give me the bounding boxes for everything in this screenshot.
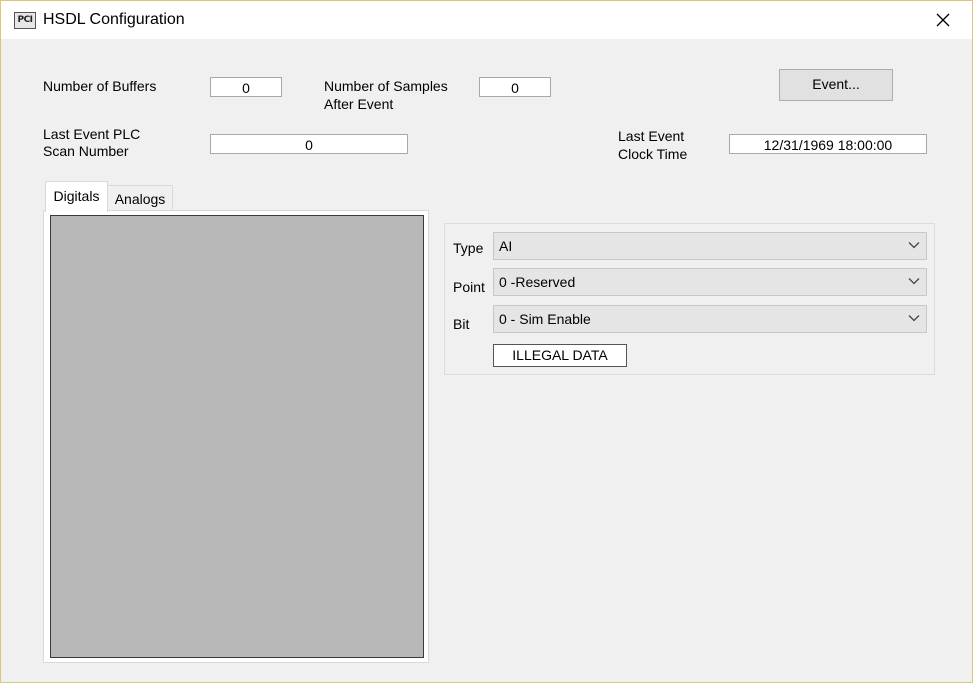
num-samples-label-line2: After Event [324, 96, 394, 112]
point-label: Point [453, 279, 485, 295]
event-button[interactable]: Event... [779, 69, 893, 101]
type-dropdown[interactable]: AI [493, 232, 927, 260]
tab-digitals[interactable]: Digitals [45, 181, 108, 212]
point-dropdown[interactable]: 0 -Reserved [493, 268, 927, 296]
bit-label: Bit [453, 316, 470, 332]
num-samples-field[interactable]: 0 [479, 77, 551, 97]
chevron-down-icon [908, 242, 920, 249]
digitals-tab-panel [43, 210, 429, 663]
digitals-display-area [50, 215, 424, 658]
chevron-down-icon [908, 278, 920, 285]
last-scan-field[interactable]: 0 [210, 134, 408, 154]
num-buffers-label: Number of Buffers [43, 78, 157, 94]
pci-app-icon: PCI [14, 12, 36, 29]
last-scan-label-line1: Last Event PLC [43, 126, 141, 142]
num-samples-label-line1: Number of Samples [324, 78, 448, 94]
bit-dropdown[interactable]: 0 - Sim Enable [493, 305, 927, 333]
close-icon [936, 13, 950, 27]
bit-dropdown-value: 0 - Sim Enable [499, 311, 591, 327]
type-dropdown-value: AI [499, 238, 513, 254]
hsdl-configuration-window: PCI HSDL Configuration Number of Buffers… [0, 0, 973, 683]
last-clock-field[interactable]: 12/31/1969 18:00:00 [729, 134, 927, 154]
last-clock-label-line1: Last Event [618, 128, 685, 144]
tab-analogs[interactable]: Analogs [108, 185, 173, 212]
window-title: HSDL Configuration [43, 11, 185, 28]
last-clock-label-line2: Clock Time [618, 146, 688, 162]
num-buffers-field[interactable]: 0 [210, 77, 282, 97]
point-dropdown-value: 0 -Reserved [499, 274, 576, 290]
chevron-down-icon [908, 315, 920, 322]
close-button[interactable] [927, 7, 959, 33]
type-label: Type [453, 240, 484, 256]
last-scan-label-line2: Scan Number [43, 143, 129, 159]
title-bar[interactable]: PCI HSDL Configuration [1, 1, 972, 39]
data-status-indicator: ILLEGAL DATA [493, 344, 627, 367]
